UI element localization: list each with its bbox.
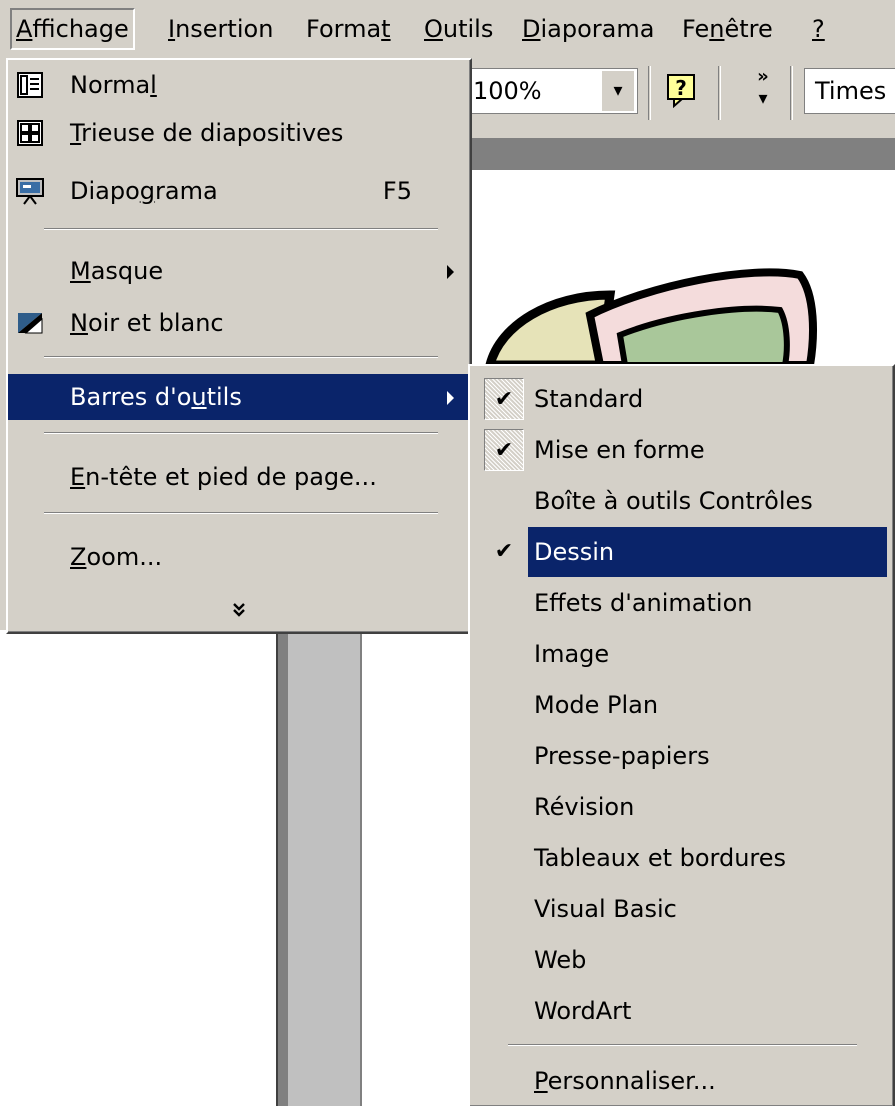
- menu-item-slide-sorter[interactable]: Trieuse de diapositives: [8, 110, 470, 156]
- toolbar-item-effets-animation[interactable]: Effets d'animation: [470, 578, 893, 628]
- menu-separator: [44, 228, 438, 230]
- menu-bar: Affichage Insertion Format Outils Diapor…: [0, 0, 895, 58]
- toolbar-item-wordart[interactable]: WordArt: [470, 986, 893, 1036]
- submenu-arrow-icon: [447, 265, 454, 279]
- svg-text:?: ?: [675, 76, 687, 100]
- menu-item-barres-outils[interactable]: Barres d'outils: [8, 374, 470, 420]
- help-button[interactable]: ?: [664, 72, 700, 109]
- menu-outils[interactable]: Outils: [420, 8, 497, 50]
- menu-insertion[interactable]: Insertion: [164, 8, 277, 50]
- black-white-icon: [18, 313, 43, 334]
- toolbar-separator: [648, 66, 651, 120]
- zoom-value: 100%: [473, 77, 542, 105]
- menu-item-en-tete[interactable]: En-tête et pied de page...: [8, 454, 470, 500]
- check-icon: ✔: [484, 378, 524, 420]
- shortcut-label: F5: [382, 177, 412, 205]
- normal-view-icon: [17, 72, 43, 98]
- caret-down-icon: ▾: [613, 80, 623, 101]
- check-icon: ✔: [484, 531, 524, 573]
- menu-help[interactable]: ?: [808, 8, 829, 50]
- chevron-double-down-icon: [233, 602, 245, 617]
- menu-format[interactable]: Format: [302, 8, 395, 50]
- outline-pane: [288, 630, 362, 1106]
- toolbar-item-controles[interactable]: Boîte à outils Contrôles: [470, 476, 893, 526]
- menu-item-masque[interactable]: Masque: [8, 248, 470, 294]
- toolbar-item-revision[interactable]: Révision: [470, 782, 893, 832]
- standard-toolbar: 100% ▾ ? » ▾ Times N: [468, 58, 895, 138]
- slide-sorter-icon: [17, 120, 43, 146]
- toolbar-separator: [790, 66, 793, 120]
- menu-fenetre[interactable]: Fenêtre: [678, 8, 777, 50]
- menu-item-normal[interactable]: Normal: [8, 62, 470, 108]
- menu-separator: [508, 1044, 857, 1046]
- chevron-right-icon: »: [757, 66, 769, 87]
- view-menu: Normal Trieuse de diapositives Diapogram…: [6, 58, 472, 634]
- pane-splitter[interactable]: [276, 630, 288, 1106]
- slideshow-icon: [16, 178, 44, 205]
- toolbar-item-dessin[interactable]: ✔ Dessin: [470, 527, 893, 577]
- font-value: Times N: [815, 77, 895, 105]
- caret-down-icon: ▾: [758, 88, 768, 109]
- toolbar-separator: [718, 66, 721, 120]
- workspace-background: [468, 138, 895, 170]
- menu-item-noir-et-blanc[interactable]: Noir et blanc: [8, 300, 470, 346]
- menu-item-slideshow[interactable]: Diapograma F5: [8, 168, 470, 214]
- toolbar-item-visual-basic[interactable]: Visual Basic: [470, 884, 893, 934]
- help-icon: ?: [667, 74, 695, 109]
- toolbar-item-standard[interactable]: ✔ Standard: [470, 374, 893, 424]
- toolbars-submenu: ✔ Standard ✔ Mise en forme Boîte à outil…: [468, 364, 895, 1106]
- more-buttons-button[interactable]: » ▾: [750, 66, 776, 112]
- clipart-image: [484, 268, 817, 370]
- toolbar-item-tableaux-bordures[interactable]: Tableaux et bordures: [470, 833, 893, 883]
- toolbar-item-personnaliser[interactable]: Personnaliser...: [470, 1056, 893, 1106]
- zoom-dropdown-button[interactable]: ▾: [602, 71, 634, 111]
- menu-diaporama[interactable]: Diaporama: [518, 8, 658, 50]
- menu-separator: [44, 356, 438, 358]
- menu-expand-button[interactable]: [8, 584, 470, 630]
- font-combobox[interactable]: Times N: [804, 68, 895, 114]
- submenu-arrow-icon: [447, 391, 454, 405]
- toolbar-item-presse-papiers[interactable]: Presse-papiers: [470, 731, 893, 781]
- toolbar-item-web[interactable]: Web: [470, 935, 893, 985]
- slide-canvas-lower: [0, 630, 500, 1106]
- check-icon: ✔: [484, 429, 524, 471]
- menu-item-zoom[interactable]: Zoom...: [8, 534, 470, 580]
- toolbar-item-image[interactable]: Image: [470, 629, 893, 679]
- toolbar-item-mode-plan[interactable]: Mode Plan: [470, 680, 893, 730]
- toolbar-item-mise-en-forme[interactable]: ✔ Mise en forme: [470, 425, 893, 475]
- menu-separator: [44, 512, 438, 514]
- menu-separator: [44, 432, 438, 434]
- menu-affichage[interactable]: Affichage: [10, 8, 135, 50]
